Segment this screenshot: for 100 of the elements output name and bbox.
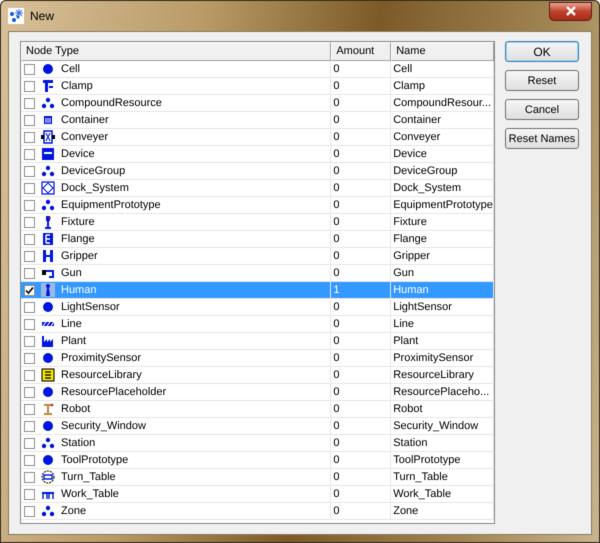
window-title: New xyxy=(30,9,56,23)
list-row[interactable]: Conveyer 0 Conveyer xyxy=(21,129,494,146)
node-type-text: Human xyxy=(61,284,96,296)
checkbox[interactable] xyxy=(24,318,35,330)
checkbox[interactable] xyxy=(24,438,35,448)
dots-icon xyxy=(41,436,55,450)
checkbox[interactable] xyxy=(24,200,35,210)
node-type-text: ResourcePlaceholder xyxy=(61,386,166,398)
list-row[interactable]: Work_Table 0 Work_Table xyxy=(21,486,494,503)
node-type-text: Clamp xyxy=(61,80,93,92)
amount-value: 0 xyxy=(333,403,340,415)
node-type-text: Line xyxy=(61,318,82,330)
list-row[interactable]: Plant 0 Plant xyxy=(21,333,494,350)
list-row[interactable]: ResourceLibrary 0 ResourceLibrary xyxy=(21,367,494,384)
checkbox[interactable] xyxy=(24,182,35,194)
list-row[interactable]: EquipmentPrototype 0 EquipmentPrototype xyxy=(21,197,494,214)
dot-icon xyxy=(41,62,55,76)
dialog-button[interactable]: Reset xyxy=(505,70,579,91)
name-value: Fixture xyxy=(393,216,427,228)
node-type-text: CompoundResource xyxy=(61,97,162,109)
name-value: Flange xyxy=(393,233,427,245)
column-header[interactable]: Node Type xyxy=(21,42,332,61)
amount-value: 0 xyxy=(333,233,340,245)
list-row[interactable]: CompoundResource 0 CompoundResour... xyxy=(21,95,494,112)
app-icon xyxy=(8,8,24,24)
checkbox[interactable] xyxy=(24,250,35,262)
checkbox[interactable] xyxy=(24,148,35,160)
node-type-text: Device xyxy=(61,148,95,160)
dialog-button[interactable]: OK xyxy=(505,41,579,62)
checkbox[interactable] xyxy=(24,234,35,244)
amount-value: 0 xyxy=(333,63,340,75)
node-type-text: Flange xyxy=(61,233,95,245)
list-row[interactable]: Zone 0 Zone xyxy=(21,503,494,520)
amount-value: 0 xyxy=(333,318,340,330)
checkbox[interactable] xyxy=(24,166,35,176)
dialog-button[interactable]: Reset Names xyxy=(505,128,579,149)
list-row[interactable]: Station 0 Station xyxy=(21,435,494,452)
list-row[interactable]: Container 0 Container xyxy=(21,112,494,129)
checkbox[interactable] xyxy=(24,352,35,364)
checkbox[interactable] xyxy=(24,132,35,142)
name-value: Zone xyxy=(393,505,418,517)
checkbox[interactable] xyxy=(24,336,35,346)
checkbox[interactable] xyxy=(24,386,35,398)
amount-value: 0 xyxy=(333,114,340,126)
checkbox[interactable] xyxy=(24,216,35,228)
close-button[interactable] xyxy=(549,2,592,20)
name-value: CompoundResour... xyxy=(393,97,492,109)
list-row[interactable]: DeviceGroup 0 DeviceGroup xyxy=(21,163,494,180)
list-row[interactable]: ResourcePlaceholder 0 ResourcePlaceho... xyxy=(21,384,494,401)
list-row[interactable]: Line 0 Line xyxy=(21,316,494,333)
checkbox[interactable] xyxy=(24,370,35,380)
amount-value: 0 xyxy=(333,267,340,279)
list-row[interactable]: Turn_Table 0 Turn_Table xyxy=(21,469,494,486)
dots-icon xyxy=(41,164,55,178)
list-row[interactable]: ProximitySensor 0 ProximitySensor xyxy=(21,350,494,367)
node-type-text: Container xyxy=(61,114,109,126)
list-row[interactable]: LightSensor 0 LightSensor xyxy=(21,299,494,316)
checkbox[interactable] xyxy=(24,420,35,432)
amount-value: 0 xyxy=(333,250,340,262)
amount-value: 0 xyxy=(333,80,340,92)
column-header[interactable]: Amount xyxy=(331,42,392,61)
node-type-text: Plant xyxy=(61,335,86,347)
dot-icon xyxy=(41,453,55,467)
node-type-text: Robot xyxy=(61,403,90,415)
checkbox[interactable] xyxy=(24,506,35,516)
checkbox[interactable] xyxy=(24,80,35,92)
dialog-button[interactable]: Cancel xyxy=(505,99,579,120)
name-value: ToolPrototype xyxy=(393,454,460,466)
checkbox[interactable] xyxy=(24,302,35,312)
list-row[interactable]: Fixture 0 Fixture xyxy=(21,214,494,231)
list-row[interactable]: Device 0 Device xyxy=(21,146,494,163)
list-row[interactable]: Clamp 0 Clamp xyxy=(21,78,494,95)
list-row[interactable]: Cell 0 Cell xyxy=(21,61,494,78)
factory-icon xyxy=(41,334,55,348)
checkbox[interactable] xyxy=(24,284,35,296)
ring-icon xyxy=(41,470,55,484)
checkbox[interactable] xyxy=(24,114,35,126)
diamond-icon xyxy=(41,181,55,195)
checkbox[interactable] xyxy=(24,404,35,414)
name-value: Work_Table xyxy=(393,488,452,500)
list-row[interactable]: Gripper 0 Gripper xyxy=(21,248,494,265)
list-row[interactable]: Flange 0 Flange xyxy=(21,231,494,248)
checkbox[interactable] xyxy=(24,472,35,482)
name-value: Clamp xyxy=(393,80,426,92)
name-value: Station xyxy=(393,437,428,449)
list-row[interactable]: Dock_System 0 Dock_System xyxy=(21,180,494,197)
name-value: Turn_Table xyxy=(393,471,448,483)
list-row[interactable]: Security_Window 0 Security_Window xyxy=(21,418,494,435)
node-type-text: Gun xyxy=(61,267,82,279)
checkbox[interactable] xyxy=(24,64,35,74)
amount-value: 0 xyxy=(333,437,340,449)
column-header[interactable]: Name xyxy=(391,42,494,61)
dots-icon xyxy=(41,504,55,518)
checkbox[interactable] xyxy=(24,98,35,108)
name-value: EquipmentPrototype xyxy=(393,199,493,211)
checkbox[interactable] xyxy=(24,454,35,466)
checkbox[interactable] xyxy=(24,268,35,278)
list-row[interactable]: ToolPrototype 0 ToolPrototype xyxy=(21,452,494,469)
checkbox[interactable] xyxy=(24,488,35,500)
list-row[interactable]: Robot 0 Robot xyxy=(21,401,494,418)
